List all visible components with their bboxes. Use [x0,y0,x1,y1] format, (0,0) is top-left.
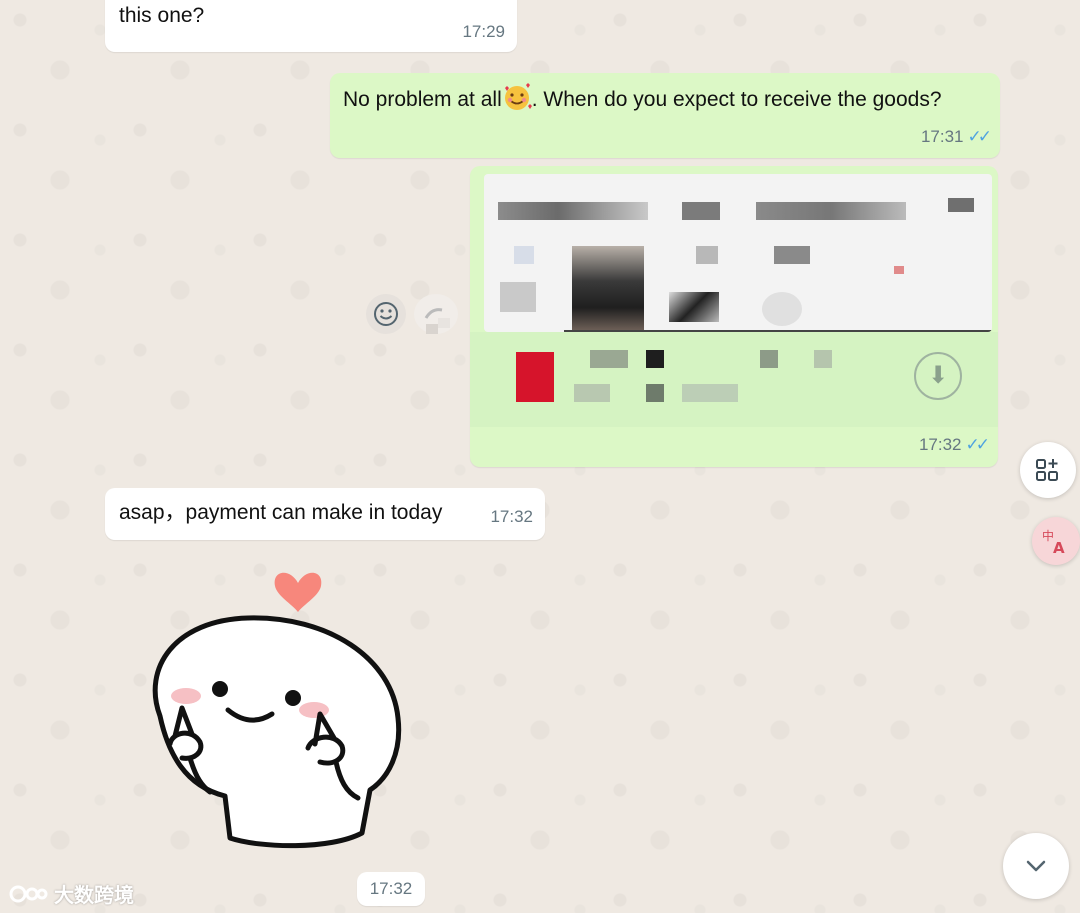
translate-icon: 中A [1042,528,1065,556]
message-text: No problem at all . When do you expect to… [343,82,953,116]
watermark-logo-icon [9,885,48,902]
apps-button[interactable] [1020,442,1076,498]
incoming-message[interactable]: this one? 17:29 [105,0,517,52]
sticker-time: 17:32 [357,872,425,906]
message-text-part: . When do you expect to receive the good… [531,88,942,111]
svg-text:A: A [1053,539,1065,556]
forward-icon [424,308,450,334]
sticker-image[interactable] [130,548,420,858]
double-check-icon: ✓✓ [965,435,990,454]
smiling-face-with-hearts-icon [504,83,532,110]
download-button[interactable]: ⬇ [914,352,962,400]
document-preview[interactable] [484,174,992,332]
pdf-icon [516,352,554,402]
incoming-message[interactable]: asap，payment can make in today 17:32 [105,488,545,540]
watermark-text: 大数跨境 [54,883,134,907]
forward-button[interactable] [414,294,458,334]
message-time-status: 17:31 ✓✓ [920,121,992,153]
scroll-to-bottom-button[interactable] [1003,833,1069,899]
outgoing-message[interactable]: No problem at all . When do you expect to… [330,73,1000,158]
watermark: 大数跨境 [8,879,134,908]
react-button[interactable] [366,294,406,334]
heart-icon [274,572,322,612]
message-time: 17:32 [918,435,962,454]
apps-grid-plus-icon [1036,459,1058,481]
message-time: 17:31 [920,127,964,146]
double-check-icon: ✓✓ [967,127,992,146]
message-time-status: 17:32 ✓✓ [918,429,990,461]
message-text: this one? [119,4,205,27]
download-arrow-icon: ⬇ [927,362,949,389]
message-text-part: No problem at all [343,88,502,111]
translate-button[interactable]: 中A [1032,517,1080,565]
message-time: 17:29 [462,22,505,41]
smiley-face-icon [374,302,398,326]
document-info[interactable]: ⬇ [470,332,998,427]
chevron-down-icon [1026,860,1046,872]
message-time: 17:32 [369,879,413,898]
outgoing-document-message[interactable]: ⬇ 17:32 ✓✓ [470,166,998,467]
message-time: 17:32 [490,507,533,526]
message-text: asap，payment can make in today [119,501,443,524]
